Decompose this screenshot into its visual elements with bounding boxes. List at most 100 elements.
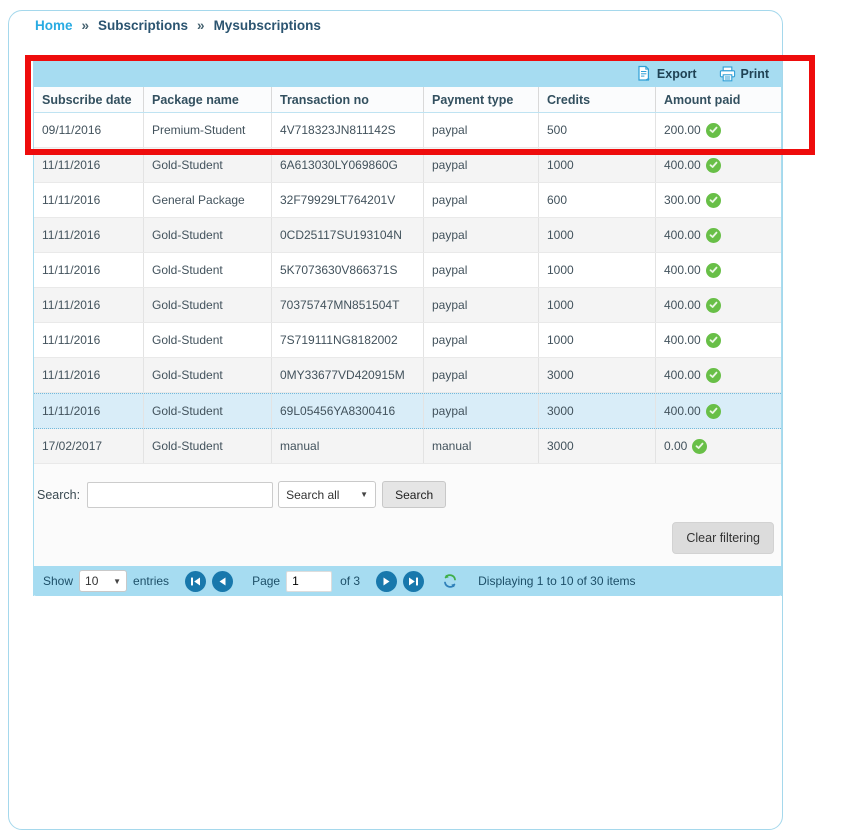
cell-payment-type: paypal <box>424 113 539 147</box>
entries-label: entries <box>133 574 169 588</box>
page-size-select[interactable]: 10 ▼ <box>79 570 127 592</box>
cell-amount-paid: 400.00 <box>656 253 781 287</box>
cell-package-name: Gold-Student <box>144 358 272 392</box>
cell-amount-paid: 400.00 <box>656 323 781 357</box>
check-circle-icon <box>706 193 721 208</box>
cell-package-name: General Package <box>144 183 272 217</box>
clear-filtering-button[interactable]: Clear filtering <box>672 522 774 554</box>
table-row[interactable]: 11/11/2016Gold-Student6A613030LY069860Gp… <box>34 148 781 183</box>
search-scope-select[interactable]: Search all ▼ <box>278 481 376 508</box>
export-document-icon <box>635 65 652 82</box>
amount-paid-value: 400.00 <box>664 263 701 277</box>
cell-transaction-no: 69L05456YA8300416 <box>272 394 424 428</box>
cell-payment-type: manual <box>424 429 539 463</box>
cell-subscribe-date: 11/11/2016 <box>34 148 144 182</box>
breadcrumb-separator: » <box>197 18 205 33</box>
export-button[interactable]: Export <box>635 65 697 82</box>
cell-transaction-no: 0MY33677VD420915M <box>272 358 424 392</box>
cell-package-name: Gold-Student <box>144 148 272 182</box>
amount-paid-value: 300.00 <box>664 193 701 207</box>
page-number-input[interactable] <box>286 571 332 592</box>
page-size-selected-value: 10 <box>85 574 98 588</box>
column-header-subscribe-date[interactable]: Subscribe date <box>34 87 144 112</box>
subscriptions-table-widget: Export Print Subscribe datePackage nameT… <box>33 60 782 596</box>
column-header-credits[interactable]: Credits <box>539 87 656 112</box>
last-page-icon <box>408 576 419 587</box>
first-page-icon <box>190 576 201 587</box>
cell-payment-type: paypal <box>424 323 539 357</box>
next-page-button[interactable] <box>376 571 397 592</box>
search-label: Search: <box>37 488 80 502</box>
breadcrumb: Home » Subscriptions » Mysubscriptions <box>35 18 321 33</box>
cell-package-name: Gold-Student <box>144 253 272 287</box>
cell-subscribe-date: 11/11/2016 <box>34 394 144 428</box>
next-page-icon <box>381 576 392 587</box>
caret-down-icon: ▼ <box>360 490 368 499</box>
check-circle-icon <box>706 368 721 383</box>
column-header-payment-type[interactable]: Payment type <box>424 87 539 112</box>
cell-payment-type: paypal <box>424 394 539 428</box>
cell-package-name: Gold-Student <box>144 394 272 428</box>
cell-payment-type: paypal <box>424 183 539 217</box>
search-scope-selected-value: Search all <box>286 488 339 502</box>
amount-paid-value: 400.00 <box>664 158 701 172</box>
column-header-transaction-no[interactable]: Transaction no <box>272 87 424 112</box>
total-pages-label: of 3 <box>340 574 360 588</box>
table-row[interactable]: 11/11/2016Gold-Student0CD25117SU193104Np… <box>34 218 781 253</box>
table-row[interactable]: 11/11/2016General Package32F79929LT76420… <box>34 183 781 218</box>
cell-transaction-no: 6A613030LY069860G <box>272 148 424 182</box>
cell-credits: 1000 <box>539 288 656 322</box>
breadcrumb-separator: » <box>82 18 90 33</box>
column-header-amount-paid[interactable]: Amount paid <box>656 87 781 112</box>
check-circle-icon <box>706 123 721 138</box>
table-body: 09/11/2016Premium-Student4V718323JN81114… <box>34 113 781 464</box>
breadcrumb-subscriptions-link[interactable]: Subscriptions <box>98 18 188 33</box>
cell-subscribe-date: 17/02/2017 <box>34 429 144 463</box>
print-button[interactable]: Print <box>719 66 769 82</box>
cell-transaction-no: 0CD25117SU193104N <box>272 218 424 252</box>
table-row[interactable]: 11/11/2016Gold-Student0MY33677VD420915Mp… <box>34 358 781 393</box>
table-row[interactable]: 17/02/2017Gold-Studentmanualmanual30000.… <box>34 429 781 464</box>
cell-amount-paid: 400.00 <box>656 358 781 392</box>
cell-package-name: Gold-Student <box>144 218 272 252</box>
cell-payment-type: paypal <box>424 148 539 182</box>
table-row[interactable]: 09/11/2016Premium-Student4V718323JN81114… <box>34 113 781 148</box>
cell-package-name: Gold-Student <box>144 323 272 357</box>
table-header-row: Subscribe datePackage nameTransaction no… <box>34 87 781 113</box>
cell-package-name: Premium-Student <box>144 113 272 147</box>
search-button[interactable]: Search <box>382 481 446 508</box>
print-button-label: Print <box>741 67 769 81</box>
table-row[interactable]: 11/11/2016Gold-Student7S719111NG8182002p… <box>34 323 781 358</box>
table-row[interactable]: 11/11/2016Gold-Student5K7073630V866371Sp… <box>34 253 781 288</box>
cell-subscribe-date: 11/11/2016 <box>34 358 144 392</box>
first-page-button[interactable] <box>185 571 206 592</box>
table-toolbar: Export Print <box>33 60 782 87</box>
cell-amount-paid: 400.00 <box>656 218 781 252</box>
amount-paid-value: 200.00 <box>664 123 701 137</box>
breadcrumb-home-link[interactable]: Home <box>35 18 73 33</box>
cell-transaction-no: 4V718323JN811142S <box>272 113 424 147</box>
previous-page-button[interactable] <box>212 571 233 592</box>
cell-payment-type: paypal <box>424 253 539 287</box>
cell-credits: 1000 <box>539 323 656 357</box>
cell-transaction-no: manual <box>272 429 424 463</box>
column-header-package-name[interactable]: Package name <box>144 87 272 112</box>
cell-credits: 1000 <box>539 148 656 182</box>
amount-paid-value: 400.00 <box>664 404 701 418</box>
amount-paid-value: 400.00 <box>664 333 701 347</box>
last-page-button[interactable] <box>403 571 424 592</box>
cell-amount-paid: 400.00 <box>656 394 781 428</box>
search-input[interactable] <box>87 482 273 508</box>
cell-payment-type: paypal <box>424 358 539 392</box>
check-circle-icon <box>706 263 721 278</box>
cell-transaction-no: 7S719111NG8182002 <box>272 323 424 357</box>
table-row[interactable]: 11/11/2016Gold-Student69L05456YA8300416p… <box>34 393 781 429</box>
table-row[interactable]: 11/11/2016Gold-Student70375747MN851504Tp… <box>34 288 781 323</box>
cell-amount-paid: 300.00 <box>656 183 781 217</box>
pagination-status: Displaying 1 to 10 of 30 items <box>478 574 635 588</box>
refresh-button[interactable] <box>442 573 458 589</box>
amount-paid-value: 0.00 <box>664 439 687 453</box>
cell-credits: 500 <box>539 113 656 147</box>
cell-subscribe-date: 11/11/2016 <box>34 253 144 287</box>
cell-amount-paid: 400.00 <box>656 148 781 182</box>
